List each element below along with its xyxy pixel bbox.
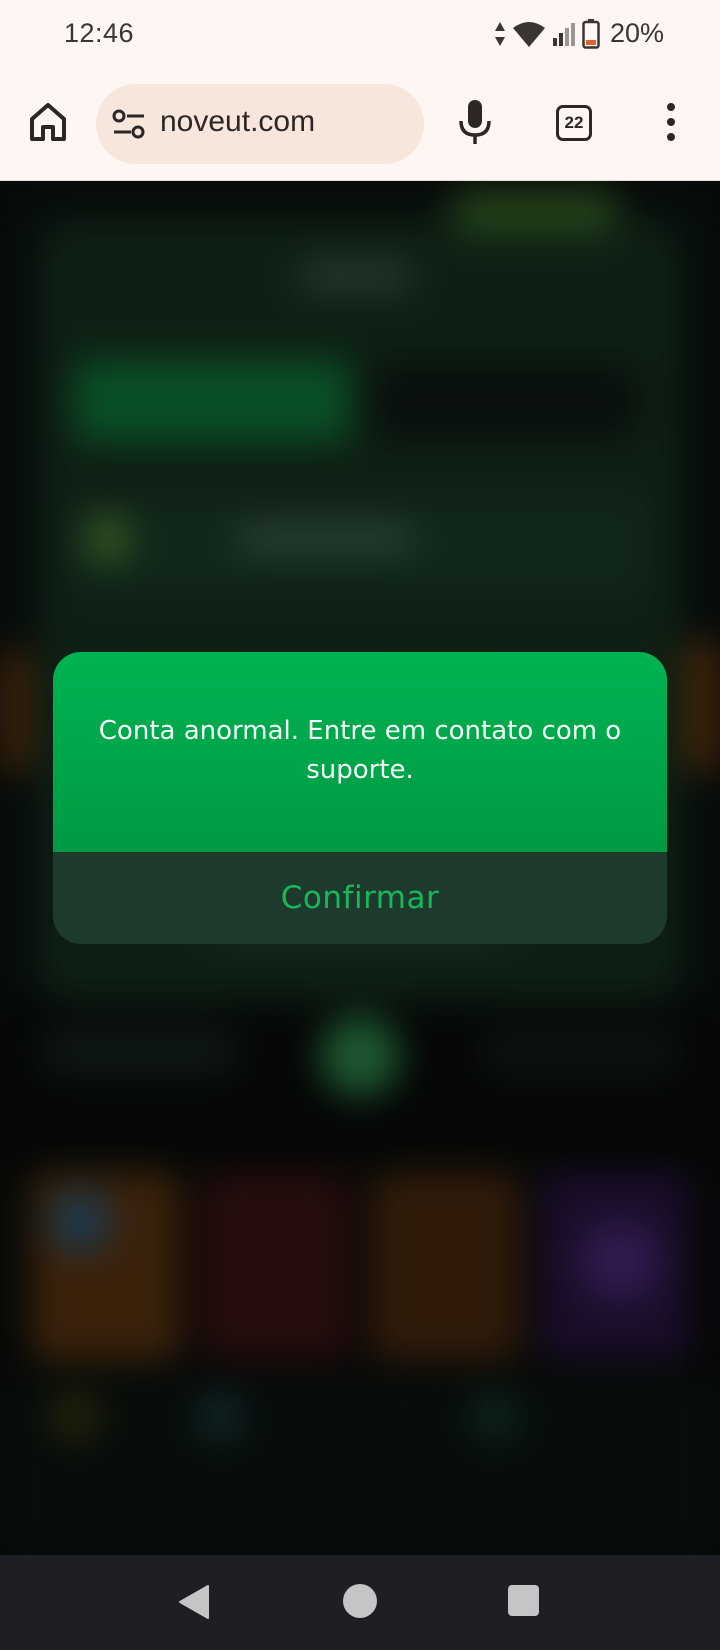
battery-percent: 20%: [609, 18, 664, 48]
signal-icon: [552, 22, 575, 46]
data-arrows-icon: [494, 21, 505, 46]
dialog-header: Conta anormal. Entre em contato com o su…: [53, 652, 667, 852]
status-icons: 20%: [494, 18, 664, 49]
tab-count: 22: [564, 113, 584, 132]
back-icon[interactable]: [178, 1584, 210, 1620]
status-bar: 12:46 20%: [0, 0, 720, 72]
confirm-button[interactable]: Confirmar: [53, 852, 667, 944]
tab-switcher-button[interactable]: 22: [556, 105, 592, 141]
home-icon[interactable]: [24, 98, 72, 146]
mic-icon[interactable]: [455, 98, 495, 146]
wifi-icon: [512, 21, 545, 47]
browser-toolbar: noveut.com 22: [0, 72, 720, 181]
home-circle-icon[interactable]: [343, 1584, 377, 1618]
recents-icon[interactable]: [508, 1585, 539, 1616]
battery-icon: [582, 18, 600, 49]
more-vert-icon[interactable]: [656, 100, 686, 144]
site-settings-icon[interactable]: [112, 108, 146, 140]
address-bar[interactable]: noveut.com: [96, 84, 424, 164]
url-text[interactable]: noveut.com: [160, 105, 315, 139]
dialog-message: Conta anormal. Entre em contato com o su…: [98, 716, 622, 785]
system-nav-bar: [0, 1555, 720, 1650]
alert-dialog: Conta anormal. Entre em contato com o su…: [53, 652, 667, 944]
status-time: 12:46: [64, 18, 135, 48]
